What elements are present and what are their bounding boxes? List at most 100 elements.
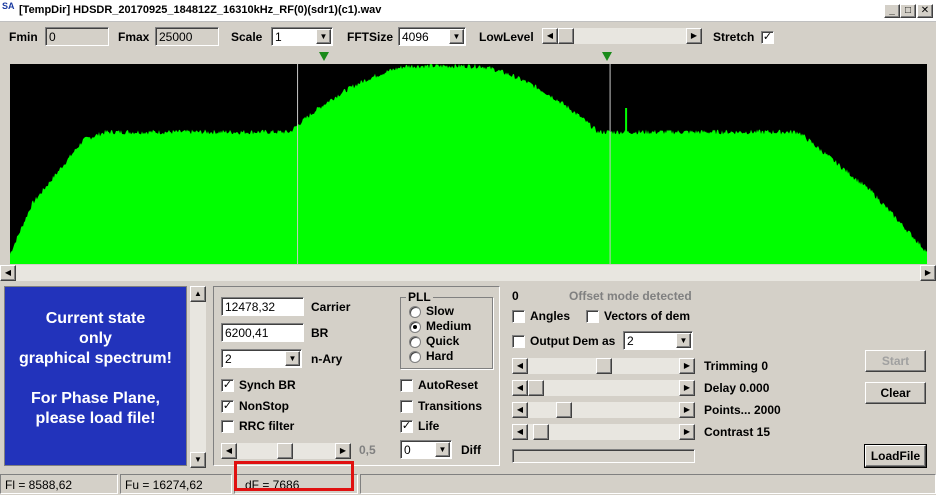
diff-select[interactable]: 0 ▼ — [400, 440, 452, 459]
pll-slow-label: Slow — [426, 304, 455, 318]
marker-triangle-low[interactable] — [319, 52, 329, 61]
nonstop-checkbox[interactable]: ✓ — [221, 400, 234, 413]
fmax-label: Fmax — [118, 30, 150, 44]
scroll-right-icon[interactable]: ▶ — [679, 424, 695, 440]
info-line — [5, 369, 186, 389]
marker-triangle-high[interactable] — [602, 52, 612, 61]
window-title: [TempDir] HDSDR_20170925_184812Z_16310kH… — [19, 4, 382, 16]
synch-br-checkbox[interactable]: ✓ — [221, 379, 234, 392]
scroll-right-icon[interactable]: ▶ — [679, 358, 695, 374]
clear-button[interactable]: Clear — [865, 382, 926, 404]
rrc-filter-checkbox[interactable] — [221, 420, 234, 433]
status-fu: Fu = 16274,62 — [120, 474, 232, 494]
offset-mode-text: Offset mode detected — [569, 289, 692, 303]
scroll-left-icon[interactable]: ◀ — [221, 443, 237, 459]
close-button[interactable]: ✕ — [917, 4, 933, 18]
pll-slow-radio[interactable] — [409, 306, 421, 318]
autoreset-label: AutoReset — [418, 378, 479, 392]
vectors-checkbox[interactable] — [586, 310, 599, 323]
output-dem-select[interactable]: 2 ▼ — [623, 331, 693, 350]
scroll-left-icon[interactable]: ◀ — [0, 265, 16, 281]
stretch-checkbox[interactable]: ✓ — [761, 31, 774, 44]
nary-select[interactable]: 2 ▼ — [221, 349, 302, 368]
contrast-slider[interactable]: ◀ ▶ — [512, 424, 695, 440]
scroll-right-icon[interactable]: ▶ — [920, 265, 936, 281]
points-label: Points... 2000 — [704, 403, 781, 417]
carrier-input[interactable]: 12478,32 — [221, 297, 304, 316]
pll-medium-radio[interactable] — [409, 321, 421, 333]
progress-bar — [512, 449, 695, 463]
rrc-filter-label: RRC filter — [239, 419, 295, 433]
scroll-left-icon[interactable]: ◀ — [542, 28, 558, 44]
scale-select[interactable]: 1 ▼ — [271, 27, 333, 46]
scroll-down-icon[interactable]: ▼ — [190, 452, 206, 468]
fmax-field[interactable]: 25000 — [155, 27, 219, 46]
scroll-left-icon[interactable]: ◀ — [512, 380, 528, 396]
info-line: graphical spectrum! — [19, 350, 172, 367]
scroll-left-icon[interactable]: ◀ — [512, 358, 528, 374]
spectrum-plot[interactable] — [10, 64, 927, 264]
rrc-slider-thumb[interactable] — [277, 443, 293, 459]
app-icon: SA — [2, 2, 18, 19]
chevron-down-icon[interactable]: ▼ — [285, 351, 300, 366]
carrier-label: Carrier — [311, 300, 351, 314]
scroll-left-icon[interactable]: ◀ — [512, 424, 528, 440]
angles-checkbox[interactable] — [512, 310, 525, 323]
rrc-slider[interactable]: ◀ ▶ — [221, 443, 351, 459]
autoreset-checkbox[interactable] — [400, 379, 413, 392]
contrast-slider-thumb[interactable] — [533, 424, 549, 440]
scale-value: 1 — [275, 30, 282, 44]
pll-hard-radio[interactable] — [409, 351, 421, 363]
fftsize-select[interactable]: 4096 ▼ — [398, 27, 466, 46]
zero-value: 0 — [512, 289, 519, 303]
spectrum-hscrollbar[interactable]: ◀ ▶ — [0, 265, 936, 281]
pll-hard-label: Hard — [426, 349, 454, 363]
lowlevel-slider[interactable]: ◀ ▶ — [542, 28, 702, 44]
pll-quick-label: Quick — [426, 334, 460, 348]
start-button[interactable]: Start — [865, 350, 926, 372]
delay-slider-thumb[interactable] — [528, 380, 544, 396]
contrast-label: Contrast 15 — [704, 425, 771, 439]
trimming-slider-thumb[interactable] — [596, 358, 612, 374]
scroll-left-icon[interactable]: ◀ — [512, 402, 528, 418]
life-checkbox[interactable]: ✓ — [400, 420, 413, 433]
info-panel-text: Current state only graphical spectrum! F… — [5, 287, 186, 465]
nary-value: 2 — [225, 352, 232, 366]
fftsize-label: FFTSize — [347, 30, 394, 44]
scroll-right-icon[interactable]: ▶ — [335, 443, 351, 459]
pll-quick-radio[interactable] — [409, 336, 421, 348]
info-vscrollbar[interactable]: ▲ ▼ — [190, 286, 206, 468]
minimize-button[interactable]: _ — [884, 4, 900, 18]
scale-label: Scale — [231, 30, 263, 44]
delay-slider[interactable]: ◀ ▶ — [512, 380, 695, 396]
diff-label: Diff — [461, 443, 481, 457]
scroll-right-icon[interactable]: ▶ — [679, 380, 695, 396]
output-dem-checkbox[interactable] — [512, 335, 525, 348]
chevron-down-icon[interactable]: ▼ — [435, 442, 450, 457]
trimming-slider[interactable]: ◀ ▶ — [512, 358, 695, 374]
pll-title: PLL — [406, 290, 433, 304]
chevron-down-icon[interactable]: ▼ — [316, 29, 331, 44]
transitions-checkbox[interactable] — [400, 400, 413, 413]
points-slider[interactable]: ◀ ▶ — [512, 402, 695, 418]
maximize-button[interactable]: □ — [900, 4, 916, 18]
scroll-up-icon[interactable]: ▲ — [190, 286, 206, 302]
scroll-right-icon[interactable]: ▶ — [679, 402, 695, 418]
points-slider-thumb[interactable] — [556, 402, 572, 418]
fmin-field[interactable]: 0 — [45, 27, 109, 46]
br-input[interactable]: 6200,41 — [221, 323, 304, 342]
scroll-right-icon[interactable]: ▶ — [686, 28, 702, 44]
chevron-down-icon[interactable]: ▼ — [449, 29, 464, 44]
nary-label: n-Ary — [311, 352, 343, 366]
info-line: For Phase Plane, — [31, 390, 160, 407]
loadfile-button[interactable]: LoadFile — [864, 444, 927, 468]
nonstop-label: NonStop — [239, 399, 289, 413]
transitions-label: Transitions — [418, 399, 483, 413]
spectrum-frame — [10, 51, 927, 265]
lowlevel-slider-thumb[interactable] — [558, 28, 574, 44]
diff-value: 0 — [404, 443, 411, 457]
angles-label: Angles — [530, 309, 571, 323]
df-highlight-box — [234, 461, 354, 491]
status-fl: Fl = 8588,62 — [0, 474, 118, 494]
chevron-down-icon[interactable]: ▼ — [676, 333, 691, 348]
